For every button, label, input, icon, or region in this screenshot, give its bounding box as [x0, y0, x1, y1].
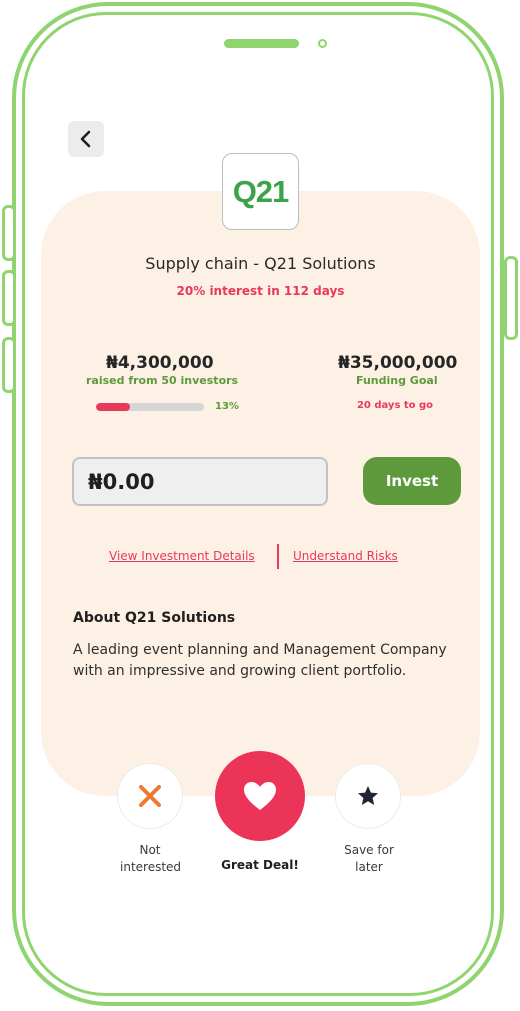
funding-progress-percent: 13%: [215, 401, 239, 412]
camera-dot: [318, 39, 327, 48]
logo-text: Q21: [232, 173, 290, 209]
back-button[interactable]: [68, 121, 104, 157]
not-interested-label: Not interested: [110, 842, 190, 876]
speaker-grille: [224, 39, 299, 48]
goal-amount: ₦35,000,000: [338, 353, 458, 373]
about-heading: About Q21 Solutions: [73, 610, 236, 626]
great-deal-button[interactable]: [215, 751, 305, 841]
goal-label: Funding Goal: [356, 374, 438, 387]
raised-amount: ₦4,300,000: [106, 353, 214, 373]
funding-progress-fill: [96, 403, 130, 411]
links-divider: [277, 544, 279, 569]
not-interested-button[interactable]: [117, 763, 183, 829]
close-icon: [139, 785, 161, 807]
chevron-left-icon: [80, 130, 91, 148]
save-for-later-label-text: Save for later: [344, 843, 394, 874]
save-for-later-label: Save for later: [329, 842, 409, 876]
about-description: A leading event planning and Management …: [73, 642, 447, 679]
save-for-later-button[interactable]: [335, 763, 401, 829]
side-button-bottom: [2, 337, 16, 393]
side-button-top: [2, 205, 16, 261]
not-interested-label-text: Not interested: [120, 843, 182, 874]
interest-rate-text: 20% interest in 112 days: [176, 284, 345, 298]
great-deal-label: Great Deal!: [221, 858, 299, 872]
offer-title: Supply chain - Q21 Solutions: [145, 254, 376, 273]
days-left-text: 20 days to go: [356, 400, 434, 411]
funding-progress-bar: [96, 403, 204, 411]
invest-amount-input[interactable]: [72, 457, 328, 506]
invest-button[interactable]: Invest: [363, 457, 461, 505]
raised-label: raised from 50 investors: [86, 374, 239, 387]
understand-risks-link[interactable]: Understand Risks: [293, 549, 398, 563]
company-logo: Q21: [222, 153, 299, 230]
star-icon: [358, 786, 378, 805]
power-button: [504, 256, 518, 340]
heart-icon: [244, 782, 276, 810]
side-button-middle: [2, 270, 16, 326]
view-investment-details-link[interactable]: View Investment Details: [109, 549, 255, 563]
